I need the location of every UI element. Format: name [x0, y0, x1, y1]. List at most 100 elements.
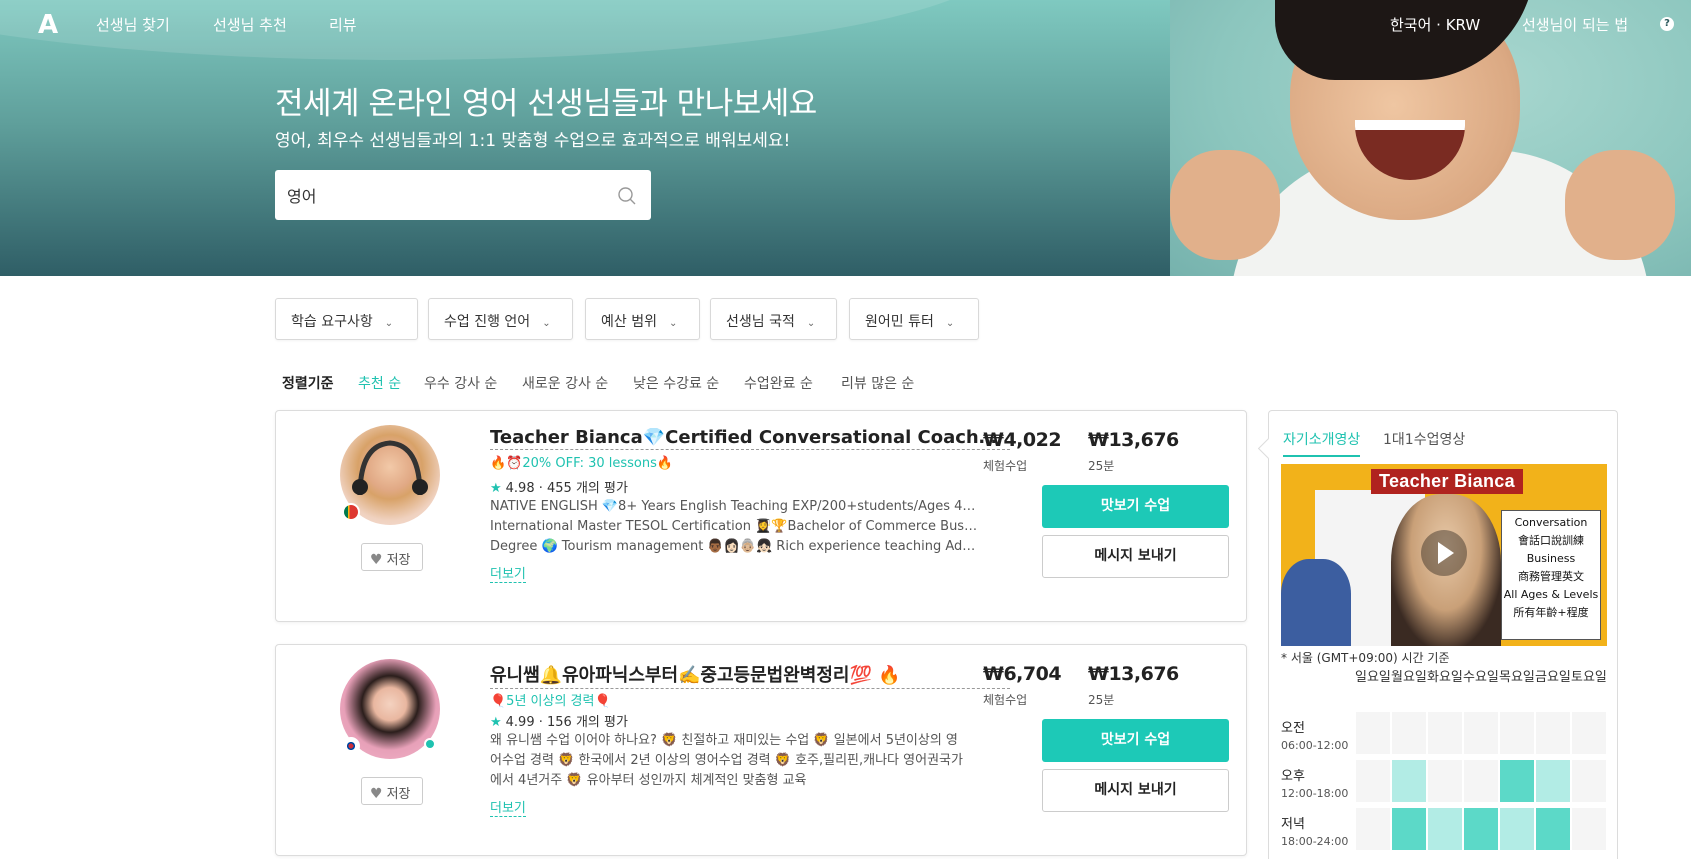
- sort-completed-lessons[interactable]: 수업완료 순: [744, 373, 813, 393]
- sort-new-teacher[interactable]: 새로운 강사 순: [522, 373, 608, 393]
- teacher-promo: 🎈5년 이상의 경력🎈: [490, 694, 611, 709]
- save-button[interactable]: ♥ 저장: [361, 777, 423, 805]
- more-link[interactable]: 더보기: [490, 797, 526, 817]
- sort-recommended[interactable]: 추천 순: [358, 373, 401, 393]
- teacher-rating: ★ 4.98 · 455 개의 평가: [490, 481, 628, 496]
- heart-icon: ♥: [370, 786, 383, 802]
- schedule-cell: [1355, 711, 1391, 755]
- chevron-down-icon: ⌄: [806, 318, 816, 329]
- schedule-cell: [1535, 807, 1571, 851]
- help-icon[interactable]: ?: [1660, 17, 1674, 31]
- teacher-promo: 🔥⏰20% OFF: 30 lessons🔥: [490, 456, 674, 471]
- sort-top-teacher[interactable]: 우수 강사 순: [424, 373, 497, 393]
- nav-language-currency[interactable]: 한국어 · KRW: [1390, 14, 1480, 35]
- teacher-description: 왜 유니쌤 수업 이어야 하나요? 🦁 친절하고 재미있는 수업 🦁 일본에서 …: [490, 733, 963, 788]
- day-header: 토요일: [1571, 670, 1607, 685]
- south-africa-flag-icon: [342, 503, 360, 521]
- logo[interactable]: A: [38, 10, 58, 40]
- video-title: Teacher Bianca: [1371, 469, 1523, 494]
- day-header: 화요일: [1427, 670, 1463, 685]
- schedule-cell: [1391, 807, 1427, 851]
- save-button[interactable]: ♥ 저장: [361, 543, 423, 571]
- chevron-down-icon: ⌄: [668, 318, 678, 329]
- timezone-note: * 서울 (GMT+09:00) 시간 기준: [1281, 651, 1450, 665]
- filter-class-language[interactable]: 수업 진행 언어 ⌄: [428, 298, 573, 340]
- schedule-cell: [1535, 759, 1571, 803]
- filter-learning-needs[interactable]: 학습 요구사항 ⌄: [275, 298, 418, 340]
- day-header: 수요일: [1463, 670, 1499, 685]
- sort-label: 정렬기준: [282, 376, 334, 392]
- chevron-down-icon: ⌄: [945, 318, 955, 329]
- teacher-rating: ★ 4.99 · 156 개의 평가: [490, 715, 628, 730]
- send-message-button[interactable]: 메시지 보내기: [1042, 535, 1229, 578]
- hero-subtitle: 영어, 최우수 선생님들과의 1:1 맞춤형 수업으로 효과적으로 배워보세요!: [275, 131, 791, 151]
- schedule-cell: [1427, 759, 1463, 803]
- lesson-duration-label: 25분: [1088, 459, 1115, 473]
- play-icon[interactable]: [1421, 530, 1467, 576]
- schedule-cell: [1391, 711, 1427, 755]
- trial-price: ₩4,022: [983, 429, 1062, 451]
- schedule-cell: [1463, 759, 1499, 803]
- schedule-cell: [1499, 807, 1535, 851]
- star-icon: ★: [490, 715, 502, 730]
- search-icon[interactable]: [617, 186, 637, 206]
- search-box: [275, 170, 651, 220]
- day-header: 일요일: [1355, 670, 1391, 685]
- nav-become-teacher[interactable]: 선생님이 되는 법: [1522, 14, 1628, 35]
- online-status-dot: [424, 738, 436, 750]
- teacher-name[interactable]: Teacher Bianca💎Certified Conversational …: [490, 427, 1010, 450]
- schedule-cell: [1427, 711, 1463, 755]
- teacher-card[interactable]: ♥ 저장 Teacher Bianca💎Certified Conversatio…: [275, 410, 1247, 622]
- schedule-cell: [1499, 711, 1535, 755]
- intro-video-thumbnail[interactable]: Teacher Bianca Conversation 會話口說訓練 Busin…: [1281, 464, 1607, 646]
- schedule-cell: [1535, 711, 1571, 755]
- tab-lesson-video[interactable]: 1대1수업영상: [1383, 429, 1465, 455]
- trial-lesson-button[interactable]: 맛보기 수업: [1042, 719, 1229, 762]
- hero-banner: A 선생님 찾기 선생님 추천 리뷰 한국어 · KRW 선생님이 되는 법 ?…: [0, 0, 1691, 276]
- schedule-cell: [1463, 807, 1499, 851]
- day-header: 목요일: [1499, 670, 1535, 685]
- day-header: 금요일: [1535, 670, 1571, 685]
- top-nav: A 선생님 찾기 선생님 추천 리뷰 한국어 · KRW 선생님이 되는 법 ?: [0, 0, 1691, 46]
- sort-low-price[interactable]: 낮은 수강료 순: [633, 373, 719, 393]
- lesson-duration-label: 25분: [1088, 693, 1115, 707]
- schedule-cell: [1499, 759, 1535, 803]
- nav-find-teacher[interactable]: 선생님 찾기: [96, 14, 170, 35]
- schedule-cell: [1571, 759, 1607, 803]
- lesson-price: ₩13,676: [1088, 663, 1179, 685]
- filter-native-tutor[interactable]: 원어민 튜터 ⌄: [849, 298, 979, 340]
- chevron-down-icon: ⌄: [542, 318, 551, 329]
- trial-price-label: 체험수업: [983, 693, 1028, 707]
- trial-price-label: 체험수업: [983, 459, 1028, 473]
- teacher-preview-panel: 자기소개영상 1대1수업영상 Teacher Bianca Conversati…: [1268, 410, 1618, 859]
- filter-teacher-nationality[interactable]: 선생님 국적 ⌄: [710, 298, 837, 340]
- heart-icon: ♥: [370, 552, 383, 568]
- schedule-cell: [1571, 711, 1607, 755]
- nav-reviews[interactable]: 리뷰: [329, 14, 357, 35]
- trial-lesson-button[interactable]: 맛보기 수업: [1042, 485, 1229, 528]
- teacher-name[interactable]: 유니쌤🔔유아파닉스부터✍️중고등문법완벽정리💯 🔥: [490, 661, 1010, 689]
- search-input[interactable]: [287, 170, 607, 220]
- schedule-cell: [1355, 759, 1391, 803]
- send-message-button[interactable]: 메시지 보내기: [1042, 769, 1229, 812]
- star-icon: ★: [490, 481, 502, 496]
- day-header: 월요일: [1391, 670, 1427, 685]
- sort-most-reviews[interactable]: 리뷰 많은 순: [841, 373, 914, 393]
- korea-flag-icon: [342, 737, 360, 755]
- nav-recommended-teacher[interactable]: 선생님 추천: [213, 14, 287, 35]
- schedule-cell: [1355, 807, 1391, 851]
- schedule-cell: [1391, 759, 1427, 803]
- tab-intro-video[interactable]: 자기소개영상: [1283, 429, 1361, 457]
- lesson-price: ₩13,676: [1088, 429, 1179, 451]
- chevron-down-icon: ⌄: [384, 318, 394, 329]
- schedule-cell: [1427, 807, 1463, 851]
- teacher-card[interactable]: ♥ 저장 유니쌤🔔유아파닉스부터✍️중고등문법완벽정리💯 🔥 🎈5년 이상의 경력…: [275, 644, 1247, 856]
- more-link[interactable]: 더보기: [490, 563, 526, 583]
- filter-budget[interactable]: 예산 범위 ⌄: [585, 298, 700, 340]
- schedule-cell: [1571, 807, 1607, 851]
- schedule-cell: [1463, 711, 1499, 755]
- trial-price: ₩6,704: [983, 663, 1062, 685]
- hero-title: 전세계 온라인 영어 선생님들과 만나보세요: [275, 86, 817, 122]
- teacher-description: NATIVE ENGLISH 💎8+ Years English Teachin…: [490, 499, 980, 554]
- video-info-card: Conversation 會話口說訓練 Business 商務管理英文 All …: [1501, 510, 1601, 640]
